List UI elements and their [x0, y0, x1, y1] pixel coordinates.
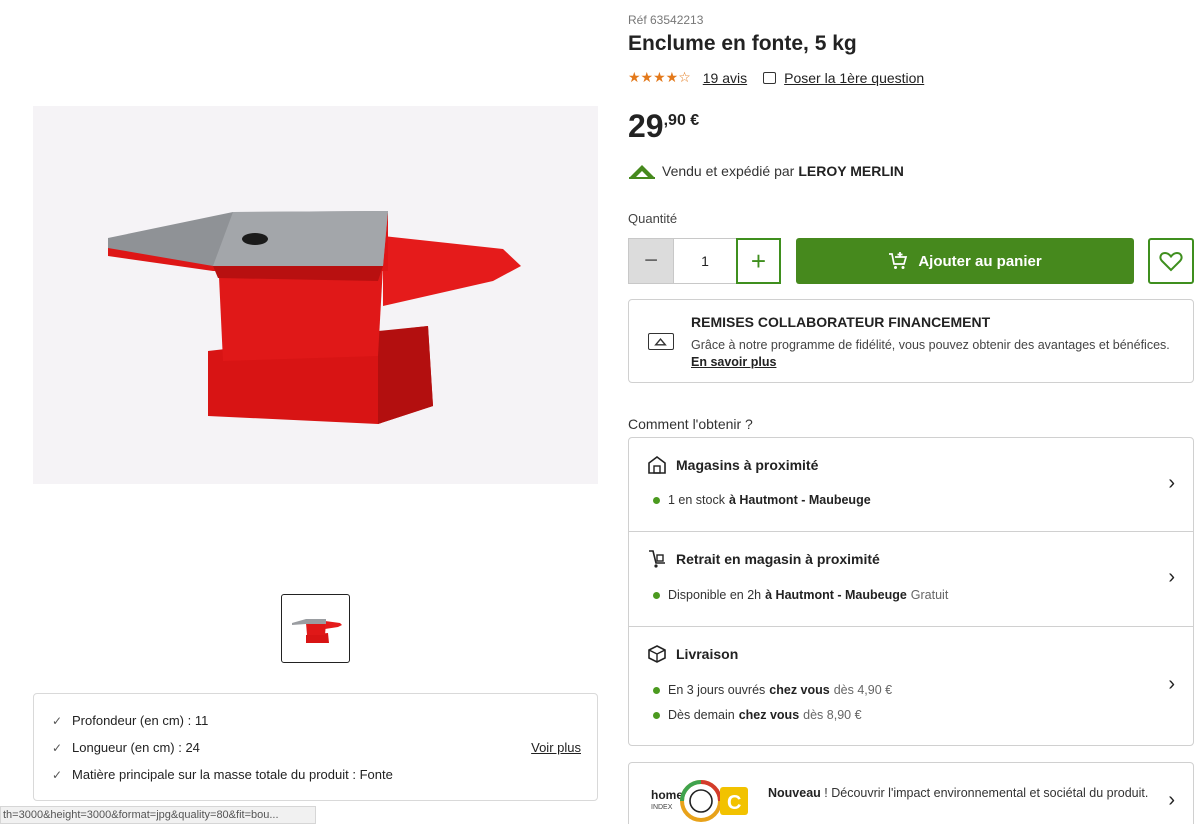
- price-integer: 29: [628, 108, 664, 144]
- loyalty-promo-card: REMISES COLLABORATEUR FINANCEMENT Grâce …: [628, 299, 1194, 383]
- price-decimal: ,90 €: [663, 112, 700, 129]
- voir-plus-link[interactable]: Voir plus: [531, 740, 581, 755]
- promo-learn-more-link[interactable]: En savoir plus: [691, 355, 776, 369]
- check-icon: ✓: [52, 713, 63, 728]
- wishlist-button[interactable]: [1148, 238, 1194, 284]
- spec-text: Profondeur (en cm) : 11: [72, 713, 209, 728]
- product-specs-summary: ✓ Profondeur (en cm) : 11 ✓ Longueur (en…: [33, 693, 598, 801]
- delivery-line-express: Dès demain chez vous dès 8,90 €: [653, 708, 862, 722]
- quantity-increase-button[interactable]: +: [736, 238, 781, 284]
- question-bubble-icon: [763, 71, 777, 84]
- product-title: Enclume en fonte, 5 kg: [628, 32, 857, 55]
- chevron-right-icon: ›: [1168, 472, 1175, 494]
- heart-icon: [1159, 251, 1183, 272]
- available-dot-icon: [653, 711, 660, 719]
- leroy-merlin-logo-icon: [629, 165, 655, 179]
- delivery-line-standard: En 3 jours ouvrés chez vous dès 4,90 €: [653, 683, 892, 697]
- stock-count: 1 en stock: [668, 493, 725, 507]
- home-index-new-badge: Nouveau: [768, 786, 821, 800]
- option-delivery[interactable]: Livraison En 3 jours ouvrés chez vous dè…: [629, 627, 1193, 745]
- chevron-right-icon: ›: [1168, 673, 1175, 695]
- spec-text: Matière principale sur la masse totale d…: [72, 767, 393, 782]
- available-dot-icon: [653, 591, 660, 599]
- cart-plus-icon: [889, 252, 908, 269]
- pickup-store-name: à Hautmont - Maubeuge: [765, 588, 907, 602]
- spec-item: ✓ Longueur (en cm) : 24: [52, 734, 581, 761]
- ask-question-label: Poser la 1ère question: [784, 69, 925, 86]
- delivery-express-price: dès 8,90 €: [803, 708, 862, 722]
- option-pickup-header: Retrait en magasin à proximité: [647, 550, 880, 568]
- reviews-link[interactable]: 19 avis: [703, 70, 747, 86]
- option-delivery-header: Livraison: [647, 645, 738, 663]
- available-dot-icon: [653, 686, 660, 694]
- spec-item: ✓ Matière principale sur la masse totale…: [52, 761, 581, 788]
- seller-name: LEROY MERLIN: [798, 163, 904, 179]
- quantity-label: Quantité: [628, 211, 678, 226]
- delivery-standard-price: dès 4,90 €: [833, 683, 893, 697]
- rating-row: ★★★★☆ 19 avis Poser la 1ère question: [628, 69, 924, 86]
- home-index-logo-word: home: [651, 788, 683, 802]
- seller-prefix: Vendu et expédié par: [662, 163, 795, 179]
- discount-ticket-icon: [648, 333, 674, 350]
- chevron-right-icon: ›: [1168, 789, 1175, 811]
- package-box-icon: [648, 645, 666, 663]
- option-pickup[interactable]: Retrait en magasin à proximité Disponibl…: [629, 532, 1193, 627]
- delivery-express-place: chez vous: [738, 708, 800, 722]
- spec-text: Longueur (en cm) : 24: [72, 740, 200, 755]
- option-pickup-title: Retrait en magasin à proximité: [676, 551, 880, 567]
- in-stock-dot-icon: [653, 496, 660, 504]
- chevron-right-icon: ›: [1168, 566, 1175, 588]
- trolley-icon: [649, 550, 665, 568]
- quantity-decrease-button[interactable]: −: [628, 238, 674, 284]
- promo-title: REMISES COLLABORATEUR FINANCEMENT: [691, 314, 991, 330]
- quantity-input[interactable]: 1: [674, 238, 736, 284]
- home-index-logo-icon: home INDEX C: [651, 780, 748, 822]
- pickup-time: Disponible en 2h: [668, 588, 762, 602]
- pickup-price: Gratuit: [910, 588, 949, 602]
- add-to-cart-button[interactable]: Ajouter au panier: [796, 238, 1134, 284]
- ticket-glyph: [654, 337, 667, 346]
- home-index-text: Nouveau ! Découvrir l'impact environneme…: [768, 785, 1158, 802]
- option-stores-header: Magasins à proximité: [647, 456, 818, 474]
- product-price: 29,90 €: [628, 108, 699, 145]
- store-name: à Hautmont - Maubeuge: [728, 493, 871, 507]
- option-stores[interactable]: Magasins à proximité 1 en stock à Hautmo…: [629, 438, 1193, 532]
- check-icon: ✓: [52, 740, 63, 755]
- delivery-express-time: Dès demain: [668, 708, 735, 722]
- store-icon: [648, 456, 666, 474]
- quantity-stepper: − 1 +: [628, 238, 781, 284]
- anvil-thumbnail-image: [291, 618, 342, 643]
- product-main-image[interactable]: [33, 106, 598, 484]
- home-index-logo-sub: INDEX: [651, 804, 673, 811]
- add-to-cart-label: Ajouter au panier: [918, 252, 1042, 270]
- spec-item: ✓ Profondeur (en cm) : 11: [52, 707, 581, 734]
- rating-stars-icon: ★★★★☆: [628, 69, 691, 85]
- stores-stock-line: 1 en stock à Hautmont - Maubeuge: [653, 493, 875, 507]
- promo-description: Grâce à notre programme de fidélité, vou…: [691, 338, 1170, 352]
- home-index-description: ! Découvrir l'impact environnemental et …: [820, 786, 1149, 800]
- check-icon: ✓: [52, 767, 63, 782]
- home-index-card[interactable]: home INDEX C Nouveau ! Découvrir l'impac…: [628, 762, 1194, 824]
- fulfillment-options: Magasins à proximité 1 en stock à Hautmo…: [628, 437, 1194, 746]
- seller-info: Vendu et expédié par LEROY MERLIN: [628, 162, 904, 180]
- pickup-availability-line: Disponible en 2h à Hautmont - Maubeuge G…: [653, 588, 948, 602]
- ask-question-link[interactable]: Poser la 1ère question: [763, 70, 924, 86]
- home-index-grade: C: [727, 792, 741, 814]
- promo-text: Grâce à notre programme de fidélité, vou…: [691, 337, 1171, 371]
- option-stores-title: Magasins à proximité: [676, 457, 819, 473]
- how-to-get-label: Comment l'obtenir ?: [628, 416, 753, 432]
- anvil-illustration: [33, 106, 598, 484]
- status-bar-url: th=3000&height=3000&format=jpg&quality=8…: [0, 806, 316, 824]
- delivery-standard-place: chez vous: [769, 683, 830, 697]
- product-reference: Réf 63542213: [628, 13, 704, 27]
- product-thumbnail[interactable]: [281, 594, 350, 663]
- option-delivery-title: Livraison: [676, 646, 739, 662]
- delivery-standard-time: En 3 jours ouvrés: [668, 683, 766, 697]
